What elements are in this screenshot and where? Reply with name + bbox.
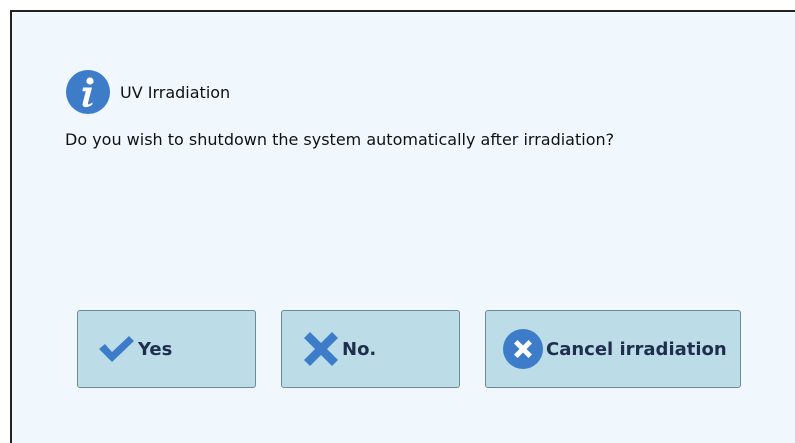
- yes-button-label: Yes: [138, 338, 173, 360]
- no-button-label: No.: [342, 338, 377, 360]
- x-icon: [302, 330, 340, 368]
- info-icon: [66, 70, 110, 114]
- dialog-message: Do you wish to shutdown the system autom…: [65, 130, 615, 149]
- no-button[interactable]: No.: [281, 310, 460, 388]
- checkmark-icon: [96, 334, 136, 364]
- cancel-irradiation-label: Cancel irradiation: [546, 338, 727, 360]
- cancel-circle-icon: [502, 328, 544, 370]
- uv-irradiation-dialog: UV Irradiation Do you wish to shutdown t…: [10, 10, 795, 443]
- cancel-irradiation-button[interactable]: Cancel irradiation: [485, 310, 741, 388]
- yes-button[interactable]: Yes: [77, 310, 256, 388]
- dialog-header: UV Irradiation: [66, 70, 230, 114]
- dialog-title: UV Irradiation: [120, 82, 231, 102]
